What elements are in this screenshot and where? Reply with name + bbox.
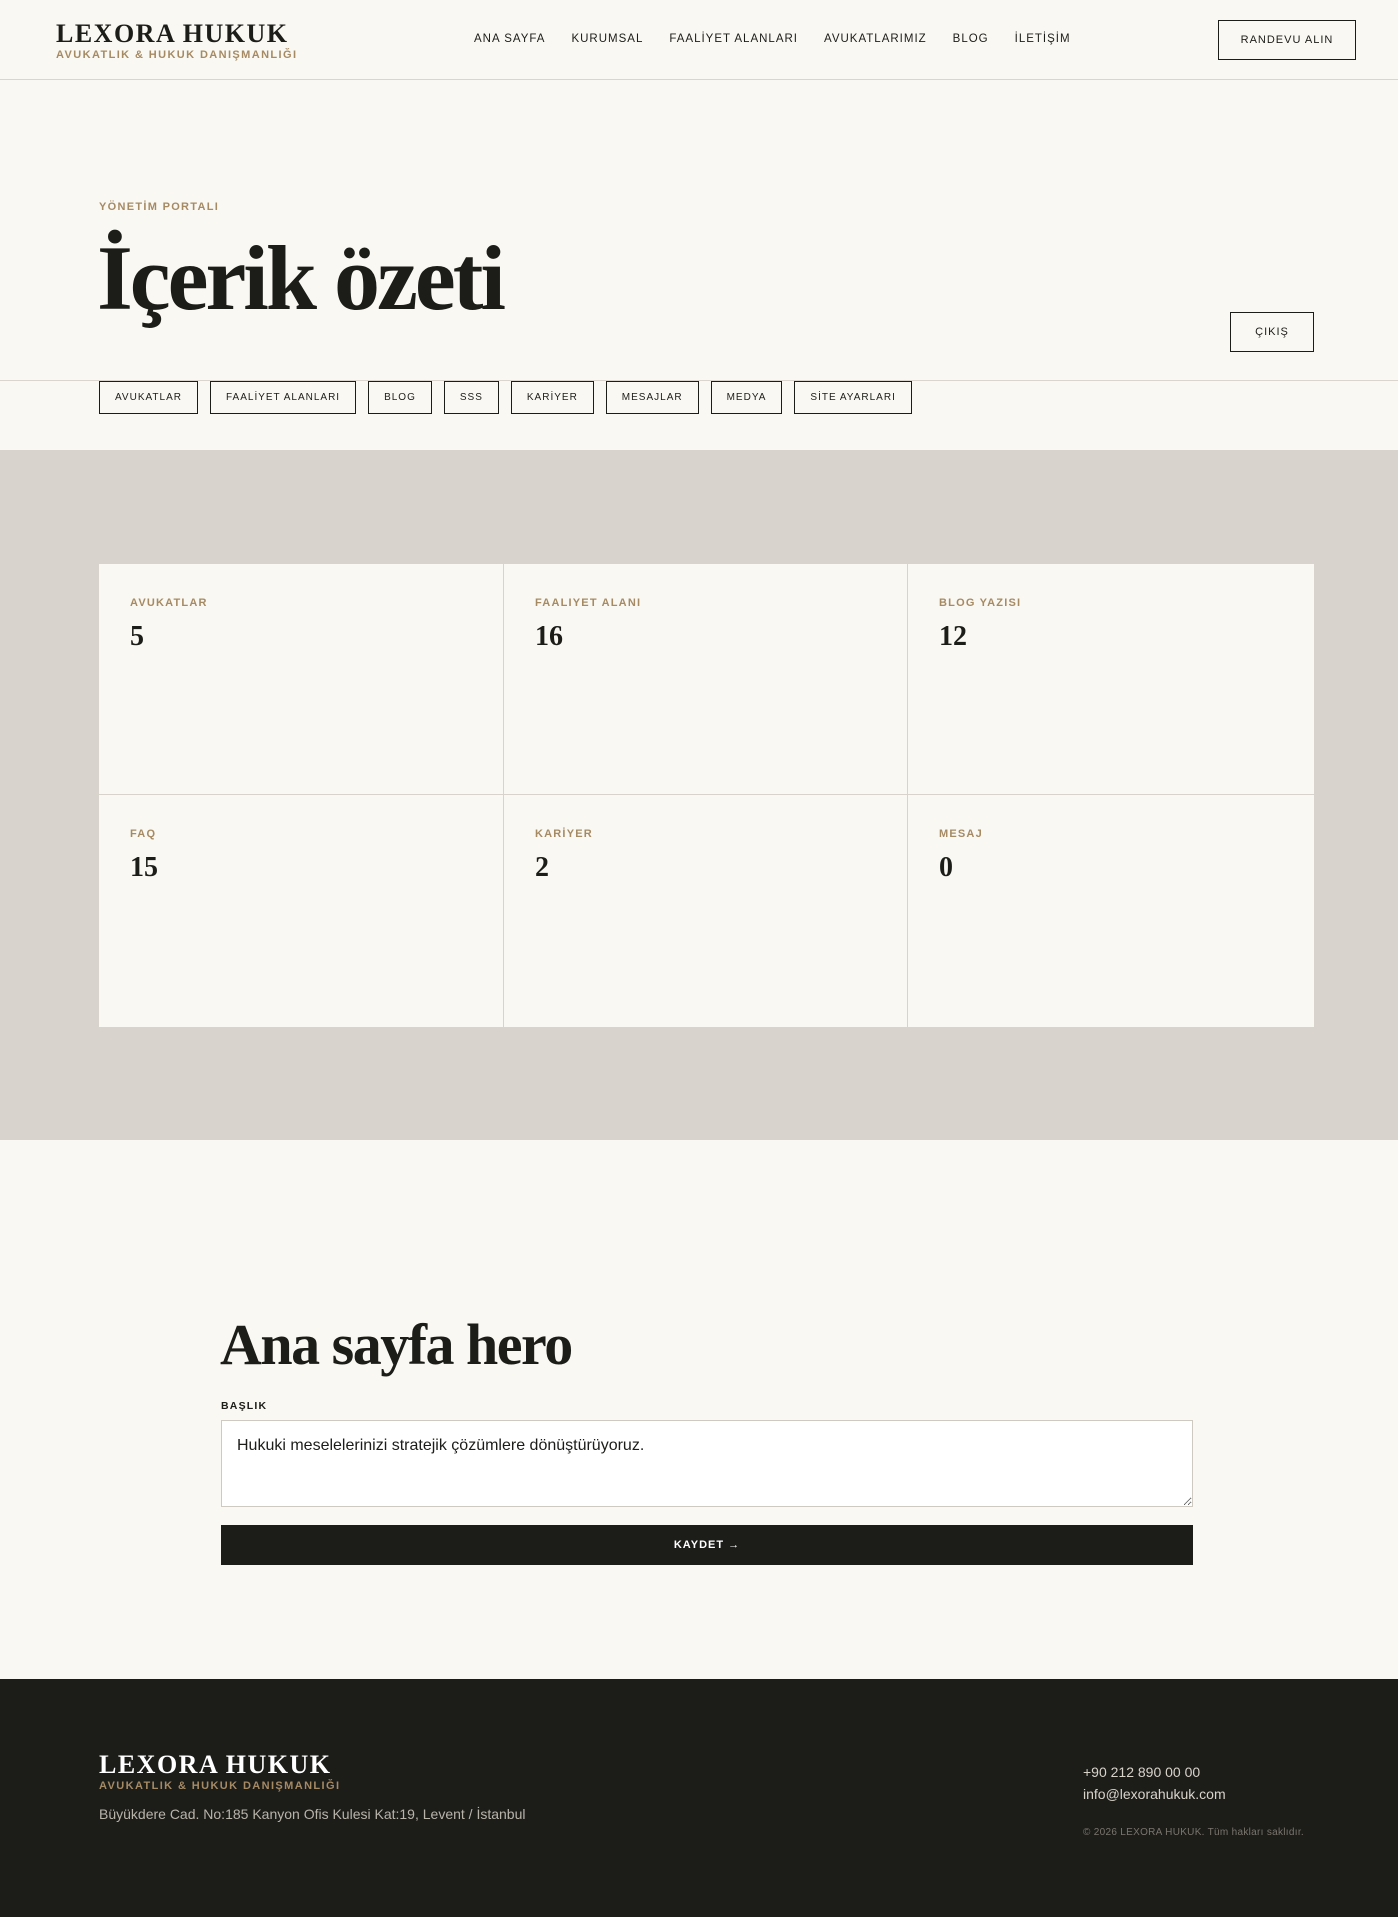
stat-card-careers: KARİYER 2 [504,795,908,1027]
nav-link-practice-areas[interactable]: FAALİYET ALANLARI [669,32,798,46]
stat-label: FAQ [130,828,157,840]
stat-label: FAALIYET ALANI [535,597,642,609]
stat-card-practice-areas: FAALIYET ALANI 16 [504,564,908,795]
stat-value: 12 [939,621,967,652]
nav-link-contact[interactable]: İLETİŞİM [1015,32,1071,46]
stat-value: 5 [130,621,144,652]
tab-practice-areas[interactable]: FAALİYET ALANLARI [209,381,357,414]
title-field-label: BAŞLIK [221,1400,268,1412]
tab-site-settings[interactable]: SİTE AYARLARI [794,381,912,414]
title-textarea[interactable]: Hukuki meselelerinizi stratejik çözümler… [221,1420,1193,1507]
footer-brand-tagline: AVUKATLIK & HUKUK DANIŞMANLIĞI [99,1780,341,1792]
stat-value: 15 [130,852,158,883]
tab-messages[interactable]: MESAJLAR [605,381,699,414]
stat-value: 2 [535,852,549,883]
save-button[interactable]: KAYDET → [221,1525,1193,1565]
stat-label: AVUKATLAR [130,597,208,609]
footer-address: Büyükdere Cad. No:185 Kanyon Ofis Kulesi… [99,1806,526,1822]
tab-blog[interactable]: BLOG [368,381,432,414]
nav-link-corporate[interactable]: KURUMSAL [571,32,643,46]
stat-card-messages: MESAJ 0 [908,795,1314,1027]
stat-card-blog-posts: BLOG YAZISI 12 [908,564,1314,795]
footer-brand-name: LEXORA HUKUK [99,1750,332,1779]
admin-tabs: AVUKATLAR FAALİYET ALANLARI BLOG SSS KAR… [99,381,924,414]
page-title: İçerik özeti [97,227,506,329]
stat-card-lawyers: AVUKATLAR 5 [99,564,504,795]
footer-copyright: © 2026 LEXORA HUKUK. Tüm hakları saklıdı… [1083,1827,1304,1838]
brand-logo[interactable]: LEXORA HUKUK AVUKATLIK & HUKUK DANIŞMANL… [56,20,297,62]
site-footer: LEXORA HUKUK AVUKATLIK & HUKUK DANIŞMANL… [0,1679,1398,1917]
brand-name: LEXORA HUKUK [56,19,289,48]
main-nav: ANA SAYFA KURUMSAL FAALİYET ALANLARI AVU… [474,32,1097,46]
portal-eyebrow: YÖNETİM PORTALI [99,201,220,213]
stat-card-faq: FAQ 15 [99,795,504,1027]
tab-media[interactable]: MEDYA [710,381,783,414]
tab-careers[interactable]: KARİYER [510,381,594,414]
footer-email-link[interactable]: info@lexorahukuk.com [1083,1786,1226,1802]
brand-tagline: AVUKATLIK & HUKUK DANIŞMANLIĞI [56,49,298,61]
stat-label: MESAJ [939,828,983,840]
footer-brand: LEXORA HUKUK AVUKATLIK & HUKUK DANIŞMANL… [99,1751,340,1793]
stats-grid: AVUKATLAR 5 FAALIYET ALANI 16 BLOG YAZIS… [99,564,1314,1027]
stat-label: BLOG YAZISI [939,597,1022,609]
nav-link-blog[interactable]: BLOG [953,32,989,46]
nav-link-home[interactable]: ANA SAYFA [474,32,545,46]
site-header: LEXORA HUKUK AVUKATLIK & HUKUK DANIŞMANL… [0,0,1398,80]
logout-button[interactable]: ÇIKIŞ [1230,312,1314,352]
stat-value: 16 [535,621,563,652]
tab-lawyers[interactable]: AVUKATLAR [99,381,198,414]
stat-value: 0 [939,852,953,883]
stat-label: KARİYER [535,828,593,840]
nav-link-lawyers[interactable]: AVUKATLARIMIZ [824,32,927,46]
hero-form-title: Ana sayfa hero [220,1312,573,1377]
footer-phone-link[interactable]: +90 212 890 00 00 [1083,1764,1200,1780]
appointment-button[interactable]: RANDEVU ALIN [1218,20,1356,60]
tab-faq[interactable]: SSS [443,381,499,414]
